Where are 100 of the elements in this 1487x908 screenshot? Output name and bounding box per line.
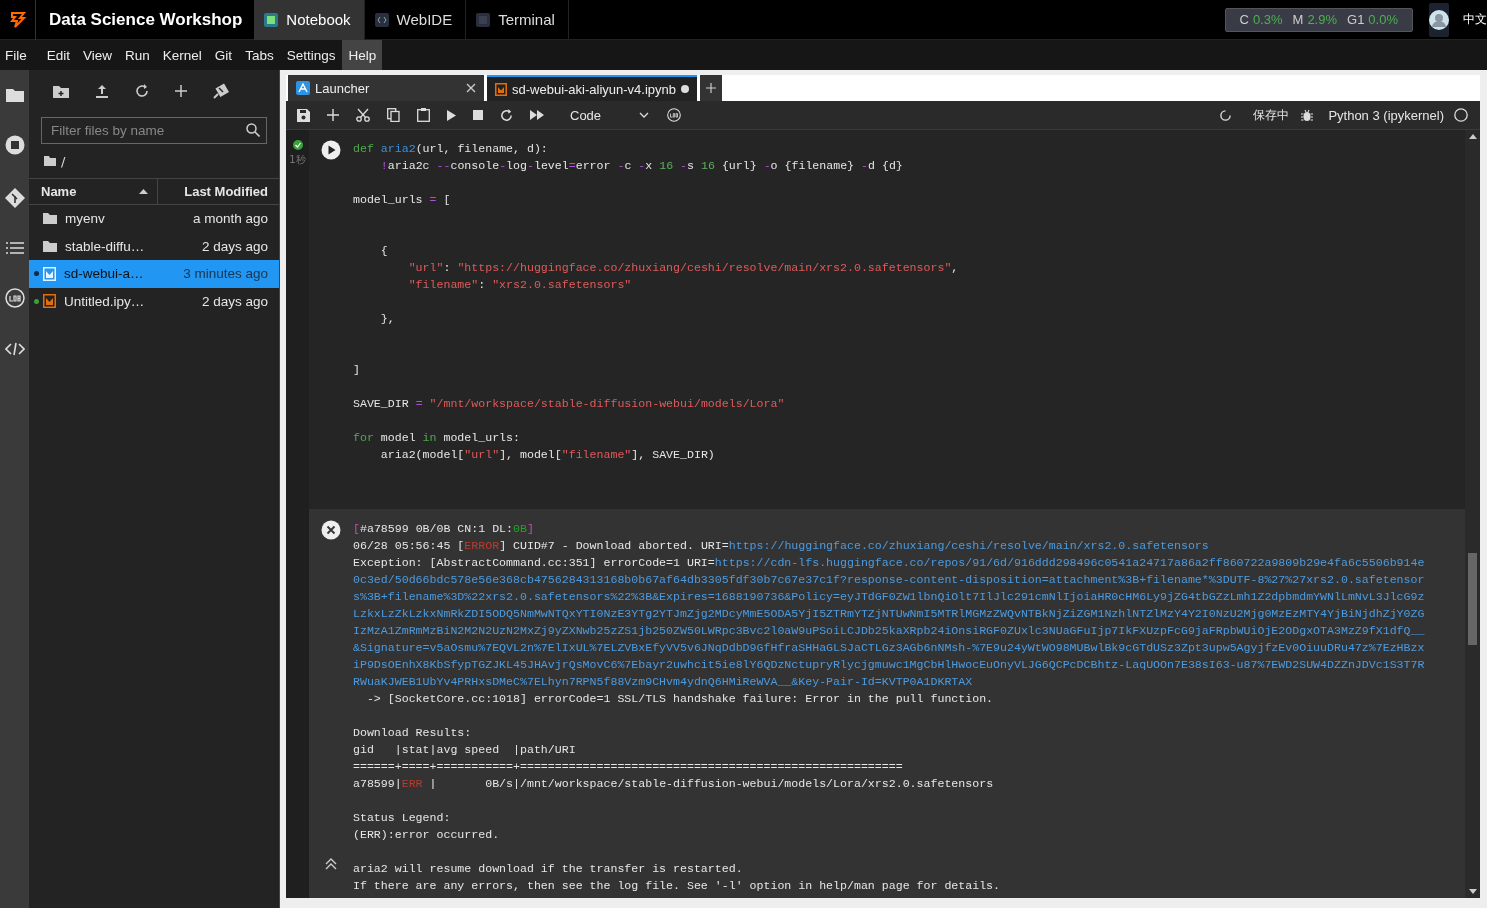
menu-item[interactable]: Git	[208, 40, 239, 70]
scrollbar[interactable]	[1465, 130, 1480, 898]
refresh-icon[interactable]	[135, 84, 149, 98]
notebook-icon	[43, 294, 56, 309]
app-tab[interactable]: Notebook	[254, 0, 365, 40]
execution-time: 1秒	[289, 153, 306, 167]
search-icon	[246, 123, 260, 137]
save-status: 保存中	[1253, 106, 1290, 124]
output-line: ======+====+===========+=======================================================	[353, 759, 904, 775]
filter-field[interactable]: Filter files by name	[41, 117, 267, 144]
code-line: "url": "https://huggingface.co/zhuxiang/ceshi/resolve/main/xrs2.0.safetensors",	[407, 260, 959, 276]
scrollbar-thumb[interactable]	[1468, 553, 1477, 645]
resource-label: M	[1292, 12, 1304, 27]
close-icon[interactable]	[321, 520, 341, 540]
folder-icon[interactable]	[5, 88, 24, 102]
output-line: (ERR):error occurred.	[353, 827, 501, 843]
save-icon[interactable]	[297, 108, 310, 122]
file-name: sd-webui-a…	[64, 266, 145, 282]
code-line: {	[379, 243, 389, 259]
code-icon[interactable]	[4, 341, 25, 357]
output-line: RWuaKJWEB1UbYv4PRHxsDMeC%7ELhyn7RPN5f88Vzm9CHvm4ydnQ6HMiReWVA__&Key-Pair-Id=KVTP0A1DKRTAX	[353, 674, 974, 690]
kernel-name[interactable]: Python 3 (ipykernel)	[1328, 107, 1444, 123]
code-line: ]	[353, 362, 361, 378]
file-modified: 3 minutes ago	[183, 266, 268, 282]
code-line: },	[379, 311, 396, 327]
output-line: Status Legend:	[353, 810, 452, 826]
scissors-icon[interactable]	[356, 108, 370, 122]
play-icon[interactable]	[447, 109, 456, 121]
bug-icon[interactable]	[1301, 108, 1314, 122]
resource-value: 2.9%	[1307, 12, 1337, 27]
stop-icon[interactable]	[4, 135, 25, 155]
output-line: a78599|ERR | 0B/s|/mnt/workspace/stable-diffusion-webui/models/Lora/xrs2.0.safetensors	[353, 776, 995, 792]
resource-value: 0.0%	[1368, 12, 1398, 27]
check-icon	[292, 140, 303, 150]
file-name: stable-diffu…	[65, 238, 146, 254]
new-tab-button[interactable]	[700, 75, 723, 101]
file-row[interactable]: stable-diffu… 2 days ago	[29, 232, 279, 260]
breadcrumb[interactable]: /	[61, 153, 66, 169]
arrow-down-icon[interactable]	[1468, 889, 1477, 894]
output-line: If there are any errors, then see the log file. See '-l' option in help/man page for details.	[353, 878, 1002, 894]
cell-type-dropdown[interactable]: Code	[570, 107, 650, 123]
menu-item[interactable]: Run	[119, 40, 156, 70]
document-tab[interactable]: Launcher	[288, 75, 484, 101]
language-label: 中文	[1463, 11, 1487, 28]
column-header[interactable]: Last Modified	[158, 184, 279, 199]
notebook-icon	[495, 82, 507, 96]
menu-item[interactable]: Edit	[40, 40, 77, 70]
menu-item[interactable]: Tabs	[239, 40, 280, 70]
code-line: aria2(model["url"], model["filename"], SAVE_DIR)	[379, 447, 716, 463]
plus-icon	[706, 83, 717, 93]
output-line: [#a78599 0B/0B CN:1 DL:0B]	[353, 521, 535, 537]
close-icon[interactable]	[466, 83, 476, 93]
kernel-status-icon	[1454, 108, 1468, 122]
list-icon[interactable]	[5, 241, 24, 255]
new-folder-icon[interactable]	[53, 84, 69, 98]
plus-icon[interactable]	[175, 85, 187, 97]
code-line: "filename": "xrs2.0.safetensors"	[407, 277, 633, 293]
file-modified: 2 days ago	[201, 238, 268, 254]
output-line: gid |stat|avg speed |path/URI	[353, 742, 577, 758]
arrow-up-icon[interactable]	[1468, 134, 1477, 139]
fast-forward-icon[interactable]	[530, 110, 544, 120]
menu-item[interactable]: Settings	[280, 40, 342, 70]
logo-icon	[8, 10, 27, 29]
file-row[interactable]: Untitled.ipy… 2 days ago	[29, 287, 279, 315]
file-row[interactable]: sd-webui-a… 3 minutes ago	[29, 260, 279, 288]
code-icon	[373, 11, 390, 28]
folder-icon	[43, 240, 57, 252]
folder-icon	[44, 156, 56, 166]
menu-item[interactable]: Kernel	[156, 40, 208, 70]
folder-icon	[43, 213, 57, 225]
paste-icon[interactable]	[417, 108, 430, 122]
app-tab[interactable]: WebIDE	[364, 0, 467, 40]
output-line: 06/28 05:56:45 [ERROR] CUID#7 - Download aborted. URI=https://huggingface.co/zhuxiang/ceshi/resolve/main/xrs2.0.safetensors	[353, 538, 1210, 554]
menu-item[interactable]: File	[0, 40, 33, 70]
refresh-icon[interactable]	[500, 108, 513, 122]
chevrons-up-icon[interactable]	[325, 858, 337, 870]
code-line: for model in model_urls:	[353, 430, 521, 446]
column-header[interactable]: Name	[41, 184, 77, 199]
menu-item[interactable]: Help	[342, 40, 383, 70]
file-row[interactable]: myenv a month ago	[29, 205, 279, 233]
copy-icon[interactable]	[387, 108, 400, 122]
code-line: SAVE_DIR = "/mnt/workspace/stable-diffusion-webui/models/Lora"	[353, 396, 786, 412]
output-line: aria2 will resume download if the transfer is restarted.	[353, 861, 744, 877]
job-icon[interactable]	[667, 108, 682, 122]
output-line: s%3B+filename%3D%22xrs2.0.safetensors%22%3B&Expires=1688190736&Policy=eyJTdGF0ZW1lbnQiOlt7IlJlc291cmNlIjoiaHR0cHM6Ly9jZG4tbGZzLmh1Z2dpbmdmYWNlLmNvL3JlcG9z	[353, 589, 1425, 605]
output-line: IzMzA1ZmRmMzBiN2M2N2UzN2MxZj9yZXNwb25zZS1jb250ZW50LWRpc3Bvc2l0aW9uPSoiLCJDb25kaXRpb24iOnsiRGF0ZUxlc3NUaGFuIjp7IkFXUzpFcG9jaFRpbWUiOjE2ODgxOTA3MzZ9fX1dfQ__	[353, 623, 1425, 639]
file-modified: a month ago	[192, 211, 268, 227]
app-tab[interactable]: Terminal	[466, 0, 569, 40]
job-icon[interactable]	[4, 288, 25, 308]
output-line: LzkxLzZkLzkxNmRkZDI5ODQ5NmMwNTQxYTI0NzE3YTg2YTJmZjg2MDcyMmE5ODA5YjI5ZTRmYTZjNTUwNmI5MTRlMGMzZWQvNTBkNjZiZGM1NzhlNTZlMzY4Y2I0NzU2Mjg0MzEzMTY4YjBiNjdhZjY0ZG	[353, 606, 1425, 622]
output-line: 0c3ed/50d66bdc578e56e368cb4756284313168b0b67af64db3305fdf30b7c67e37c1f?response-content-disposition=attachment%3B+filename*%3DUTF-8%27%27xrs2.0.safetensor	[353, 572, 1425, 588]
resource-label: C	[1239, 12, 1249, 27]
output-line: Download Results:	[353, 725, 473, 741]
upload-icon[interactable]	[95, 84, 109, 98]
run-button[interactable]	[321, 140, 341, 160]
plus-icon[interactable]	[327, 109, 339, 121]
avatar[interactable]	[1429, 9, 1449, 30]
menu-item[interactable]: View	[77, 40, 119, 70]
notebook-icon	[263, 11, 280, 28]
document-tab[interactable]: sd-webui-aki-aliyun-v4.ipynb	[487, 75, 698, 101]
